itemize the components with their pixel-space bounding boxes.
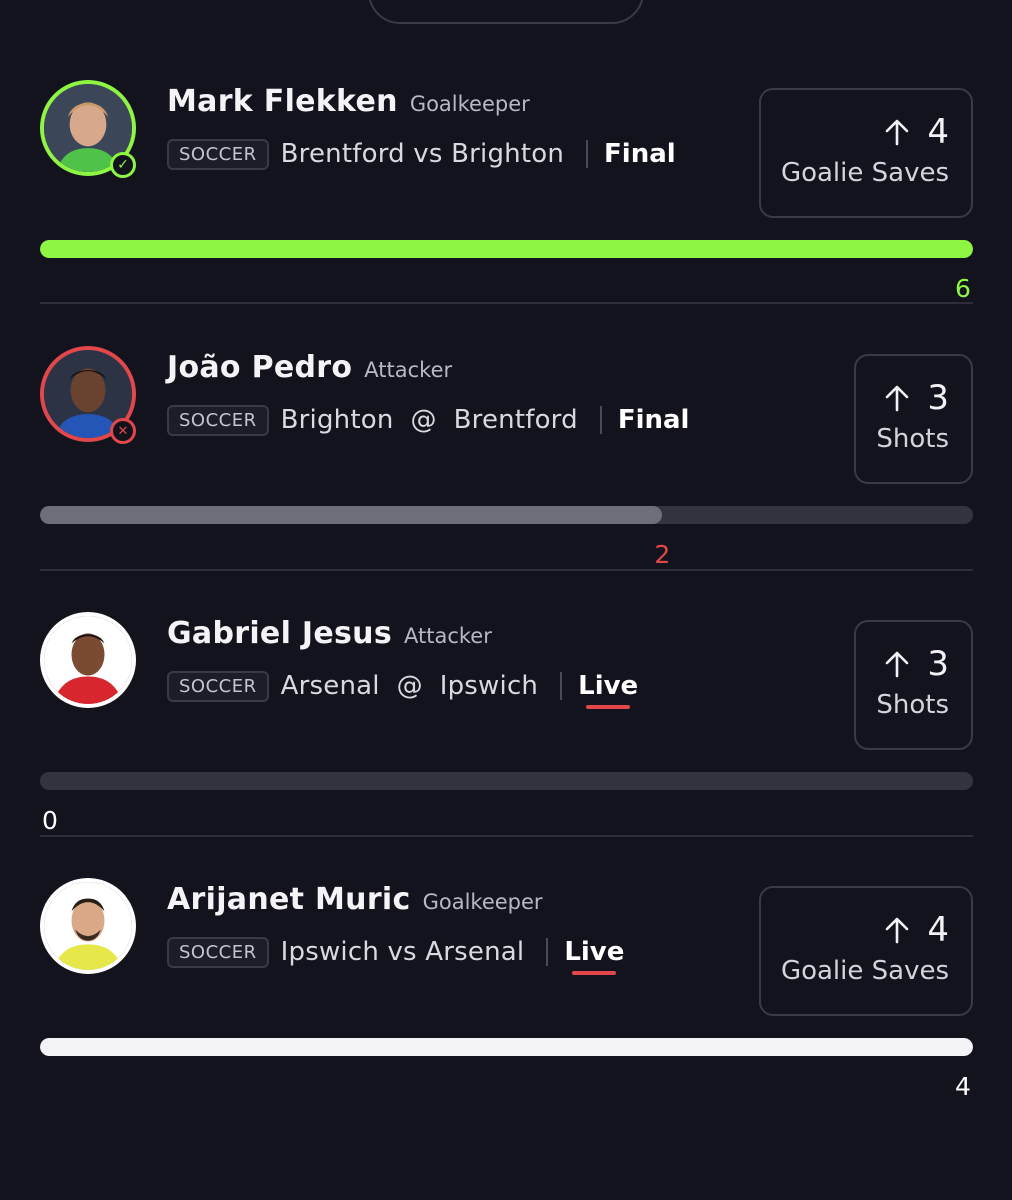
player-avatar xyxy=(40,612,136,708)
separator xyxy=(599,406,602,434)
current-value: 4 xyxy=(955,1072,971,1101)
sport-badge: SOCCER xyxy=(167,138,269,170)
player-position: Attacker xyxy=(403,624,492,648)
progress-fill xyxy=(40,240,973,258)
matchup[interactable]: Brighton @ Brentford xyxy=(281,405,578,435)
player-position: Goalkeeper xyxy=(422,890,543,914)
arrow-up-icon xyxy=(886,917,909,944)
matchup[interactable]: Brentford vs Brighton xyxy=(281,139,564,169)
pick-card[interactable]: Gabriel Jesus Attacker SOCCER Arsenal @ … xyxy=(40,596,973,862)
sport-badge: SOCCER xyxy=(167,670,269,702)
divider xyxy=(40,835,973,837)
current-value: 0 xyxy=(42,806,58,835)
check-circle-icon: ✓ xyxy=(110,152,136,178)
line-value: 3 xyxy=(927,644,949,684)
game-status: Final xyxy=(604,139,676,169)
separator xyxy=(560,672,563,700)
pick-card[interactable]: Arijanet Muric Goalkeeper SOCCER Ipswich… xyxy=(40,862,973,1128)
matchup[interactable]: Ipswich vs Arsenal xyxy=(281,937,525,967)
stat-label: Shots xyxy=(876,690,949,720)
game-status: Final xyxy=(617,405,690,435)
line-box[interactable]: 4 Goalie Saves xyxy=(758,886,973,1016)
progress-track xyxy=(40,1038,973,1056)
progress-track xyxy=(40,240,973,258)
player-avatar xyxy=(40,878,136,974)
line-box[interactable]: 3 Shots xyxy=(854,620,973,750)
line-value: 3 xyxy=(927,378,949,418)
player-name[interactable]: Mark Flekken xyxy=(167,84,398,119)
game-status: Live xyxy=(564,937,625,975)
top-tab-button[interactable] xyxy=(368,0,644,24)
player-position: Attacker xyxy=(364,358,453,382)
line-value: 4 xyxy=(927,910,949,950)
x-circle-icon: ✕ xyxy=(110,418,136,444)
progress-track xyxy=(40,506,973,524)
player-name[interactable]: Gabriel Jesus xyxy=(167,616,392,651)
sport-badge: SOCCER xyxy=(167,936,269,968)
pick-card[interactable]: ✕ João Pedro Attacker SOCCER Brighton @ … xyxy=(40,330,973,596)
matchup[interactable]: Arsenal @ Ipswich xyxy=(281,671,539,701)
player-photo-icon xyxy=(44,616,132,704)
stat-label: Goalie Saves xyxy=(780,956,949,986)
arrow-up-icon xyxy=(886,385,909,412)
progress-track xyxy=(40,772,973,790)
divider xyxy=(40,569,973,571)
sport-badge: SOCCER xyxy=(167,404,269,436)
player-position: Goalkeeper xyxy=(409,92,530,116)
separator xyxy=(546,938,549,966)
arrow-up-icon xyxy=(886,119,909,146)
arrow-up-icon xyxy=(886,651,909,678)
player-name[interactable]: Arijanet Muric xyxy=(167,882,411,917)
progress-fill xyxy=(40,1038,973,1056)
pick-card[interactable]: ✓ Mark Flekken Goalkeeper SOCCER Brentfo… xyxy=(40,64,973,330)
player-photo-icon xyxy=(44,882,132,970)
line-box[interactable]: 4 Goalie Saves xyxy=(758,88,973,218)
player-name[interactable]: João Pedro xyxy=(167,350,352,385)
picks-list: ✓ Mark Flekken Goalkeeper SOCCER Brentfo… xyxy=(0,0,1012,1200)
stat-label: Goalie Saves xyxy=(780,158,949,188)
current-value: 6 xyxy=(955,274,971,303)
current-value: 2 xyxy=(654,540,671,569)
stat-label: Shots xyxy=(876,424,949,454)
separator xyxy=(586,140,589,168)
game-status: Live xyxy=(578,671,639,709)
progress-fill xyxy=(40,506,663,524)
divider xyxy=(40,302,973,304)
line-value: 4 xyxy=(927,112,949,152)
line-box[interactable]: 3 Shots xyxy=(854,354,973,484)
